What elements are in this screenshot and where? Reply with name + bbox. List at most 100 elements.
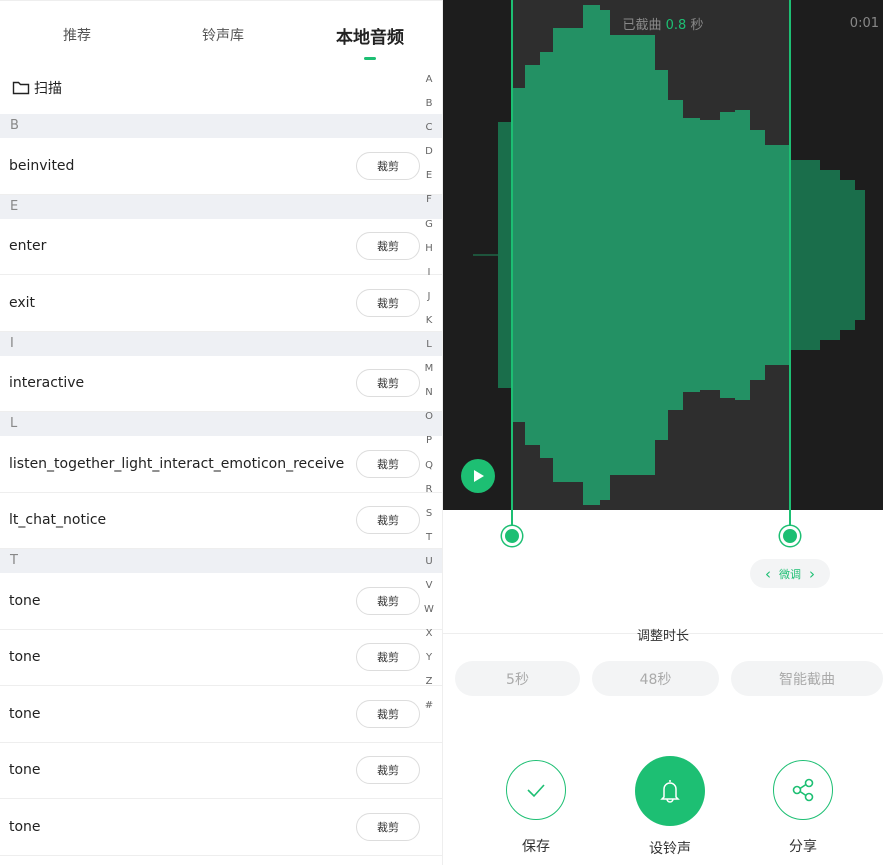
waveform-segment — [735, 110, 750, 400]
index-letter[interactable]: K — [426, 313, 433, 337]
end-handle[interactable] — [780, 526, 800, 546]
cut-button[interactable]: 裁剪 — [356, 506, 420, 535]
index-letter[interactable]: N — [425, 385, 432, 409]
audio-name: tone — [9, 705, 41, 722]
cut-button[interactable]: 裁剪 — [356, 449, 420, 478]
list-item[interactable]: tone 裁剪 — [0, 573, 442, 630]
index-letter[interactable]: C — [426, 120, 433, 144]
bell-icon — [660, 780, 680, 803]
index-letter[interactable]: R — [426, 482, 433, 506]
index-letter[interactable]: P — [426, 433, 432, 457]
section-header: B — [0, 114, 442, 138]
share-icon — [792, 778, 814, 802]
duration-48s-button[interactable]: 48秒 — [592, 661, 719, 696]
cut-button[interactable]: 裁剪 — [356, 151, 420, 180]
waveform-view[interactable]: 已截曲 0.8 秒 0:01 — [443, 0, 883, 510]
waveform-segment — [610, 35, 655, 475]
index-letter[interactable]: L — [426, 337, 432, 361]
index-letter[interactable]: G — [425, 217, 433, 241]
check-icon — [527, 784, 545, 798]
index-letter[interactable]: E — [426, 168, 432, 192]
waveform-segment — [498, 122, 512, 388]
start-handle[interactable] — [502, 526, 522, 546]
list-item[interactable]: interactive 裁剪 — [0, 356, 442, 412]
end-handle-line — [789, 0, 791, 538]
index-letter[interactable]: B — [426, 96, 433, 120]
set-ringtone-button[interactable]: 设铃声 — [635, 756, 705, 858]
list-item[interactable]: tone 裁剪 — [0, 743, 442, 799]
play-button[interactable] — [461, 459, 495, 493]
waveform-segment — [855, 190, 865, 320]
audio-name: tone — [9, 592, 41, 609]
index-letter[interactable]: U — [425, 554, 432, 578]
audio-name: tone — [9, 818, 41, 835]
index-letter[interactable]: M — [425, 361, 434, 385]
tab-local-audio[interactable]: 本地音频 — [336, 23, 404, 48]
audio-name: tone — [9, 649, 41, 666]
cut-button[interactable]: 裁剪 — [356, 699, 420, 728]
share-button[interactable]: 分享 — [773, 760, 833, 856]
waveform-segment — [553, 28, 583, 482]
index-letter[interactable]: Z — [426, 674, 433, 698]
index-letter[interactable]: T — [426, 530, 432, 554]
scan-button[interactable]: 扫描 — [0, 62, 442, 114]
list-item[interactable]: tone 裁剪 — [0, 630, 442, 686]
waveform-segment — [683, 118, 700, 392]
chevron-left-icon[interactable]: ‹ — [765, 565, 771, 583]
index-letter[interactable]: D — [425, 144, 433, 168]
index-letter[interactable]: Q — [425, 458, 433, 482]
section-header: I — [0, 331, 442, 356]
audio-name: exit — [9, 294, 36, 311]
section-header: E — [0, 194, 442, 219]
list-item[interactable]: lt_chat_notice 裁剪 — [0, 493, 442, 549]
save-label: 保存 — [522, 839, 550, 855]
audio-name: interactive — [9, 375, 85, 392]
waveform-segment — [583, 5, 600, 505]
fine-tune-label: 微调 — [779, 567, 801, 581]
index-letter[interactable]: I — [428, 265, 431, 289]
index-letter[interactable]: # — [425, 698, 433, 722]
clipped-value: 0.8 — [665, 18, 687, 33]
save-button[interactable]: 保存 — [506, 760, 566, 856]
adjust-duration-label: 调整时长 — [636, 629, 689, 644]
index-letter[interactable]: A — [426, 72, 433, 96]
cut-button[interactable]: 裁剪 — [356, 643, 420, 672]
index-letter[interactable]: W — [424, 602, 434, 626]
duration-5s-button[interactable]: 5秒 — [455, 661, 580, 696]
list-item[interactable]: beinvited 裁剪 — [0, 138, 442, 195]
cut-button[interactable]: 裁剪 — [356, 369, 420, 398]
start-handle-line — [511, 0, 513, 538]
waveform-segment — [668, 100, 683, 410]
index-letter[interactable]: V — [426, 578, 433, 602]
waveform-segment — [720, 112, 735, 398]
cut-button[interactable]: 裁剪 — [356, 756, 420, 785]
list-item[interactable]: listen_together_light_interact_emoticon_… — [0, 436, 442, 493]
cut-button[interactable]: 裁剪 — [356, 232, 420, 261]
index-letter[interactable]: J — [428, 289, 431, 313]
tab-recommend[interactable]: 推荐 — [63, 25, 91, 45]
waveform-segment — [525, 65, 540, 445]
clipped-prefix: 已截曲 — [622, 18, 662, 33]
audio-list: Bbeinvited 裁剪 Eenter 裁剪 exit 裁剪 Iinteractive 裁剪… — [0, 114, 442, 856]
list-item[interactable]: exit 裁剪 — [0, 275, 442, 332]
index-letter[interactable]: X — [426, 626, 433, 650]
cut-button[interactable]: 裁剪 — [356, 812, 420, 841]
alphabet-index[interactable]: A B C D E F G H I J K L M N O P Q R S T U V W X Y Z # — [422, 72, 436, 723]
local-audio-panel: 推荐 铃声库 本地音频 扫描 Bbeinvited 裁剪 Eenter 裁剪 exit 裁… — [0, 0, 443, 865]
tab-ringtone-library[interactable]: 铃声库 — [202, 25, 244, 45]
list-item[interactable]: tone 裁剪 — [0, 686, 442, 743]
clipped-unit: 秒 — [690, 18, 704, 33]
index-letter[interactable]: Y — [426, 650, 432, 674]
list-item[interactable]: tone 裁剪 — [0, 799, 442, 856]
index-letter[interactable]: S — [426, 506, 432, 530]
folder-icon — [12, 81, 30, 95]
index-letter[interactable]: O — [425, 409, 433, 433]
list-item[interactable]: enter 裁剪 — [0, 219, 442, 275]
smart-clip-button[interactable]: 智能截曲 — [731, 661, 883, 696]
index-letter[interactable]: F — [426, 192, 432, 216]
chevron-right-icon[interactable]: › — [809, 565, 815, 583]
audio-name: lt_chat_notice — [9, 512, 107, 529]
cut-button[interactable]: 裁剪 — [356, 288, 420, 317]
index-letter[interactable]: H — [425, 241, 433, 265]
cut-button[interactable]: 裁剪 — [356, 586, 420, 615]
